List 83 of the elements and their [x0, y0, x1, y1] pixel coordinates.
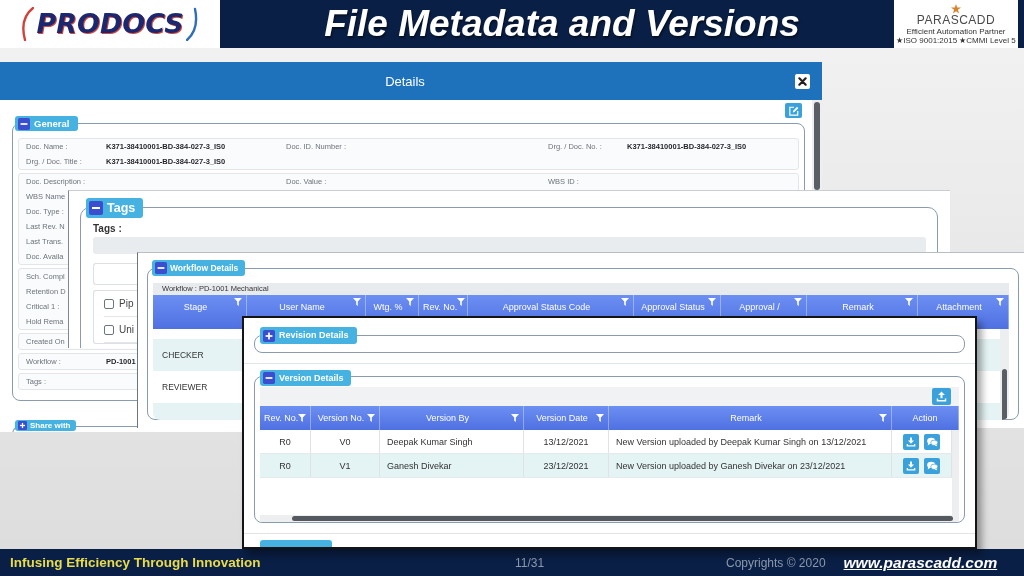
upload-icon — [936, 391, 947, 402]
table-cell: 23/12/2021 — [543, 460, 589, 471]
scrollbar-thumb[interactable] — [814, 102, 820, 190]
column-header: Remark — [842, 302, 874, 313]
option-label: Pip — [119, 298, 134, 309]
upload-button[interactable] — [932, 388, 951, 405]
section-toggle[interactable]: Revision Details — [260, 327, 357, 344]
column-header: Version No. — [317, 412, 365, 424]
input-field[interactable] — [93, 263, 137, 285]
column-header: Rev. No. — [423, 302, 458, 313]
comment-button[interactable] — [924, 457, 940, 474]
comment-icon — [926, 436, 938, 447]
swoosh-icon — [185, 7, 200, 41]
section-toggle[interactable]: General — [15, 116, 79, 131]
column-header: User Name — [279, 302, 325, 313]
column-header: Version By — [426, 412, 469, 424]
footer-tagline: Infusing Efficiency Through Innovation — [10, 555, 261, 570]
filter-icon[interactable] — [905, 298, 913, 306]
table-cell: CHECKER — [162, 350, 204, 360]
filter-icon[interactable] — [406, 298, 414, 306]
field-label: Tags : — [93, 223, 122, 235]
filter-icon[interactable] — [298, 414, 307, 422]
table-cell: V0 — [339, 436, 351, 447]
download-icon — [906, 436, 916, 447]
swoosh-icon — [20, 7, 35, 41]
column-header: Remark — [730, 412, 762, 424]
filter-icon[interactable] — [794, 298, 802, 306]
table-cell: New Version uploaded by Deepak Kumar Singh on 13/12/2021 — [616, 436, 867, 447]
table-cell: 13/12/2021 — [543, 436, 589, 447]
filter-icon[interactable] — [596, 414, 604, 422]
slide-title: File Metadata and Versions — [324, 3, 800, 45]
filter-icon[interactable] — [879, 414, 887, 422]
logo-certifications: ★ISO 9001:2015 ★CMMI Level 5 — [896, 35, 1016, 45]
edit-icon — [788, 105, 799, 116]
filter-icon[interactable] — [234, 298, 242, 306]
comment-button[interactable] — [924, 433, 940, 450]
download-icon — [906, 460, 916, 471]
column-header: Approval Status — [641, 302, 705, 313]
column-header: Attachment — [936, 302, 982, 313]
download-button[interactable] — [903, 433, 919, 450]
star-icon — [951, 3, 961, 14]
filter-icon[interactable] — [511, 414, 519, 422]
scrollbar-thumb[interactable] — [292, 516, 953, 521]
section-toggle[interactable]: Share with — [15, 420, 77, 431]
column-header: Approval / — [739, 302, 780, 313]
column-header: Wtg. % — [373, 302, 403, 313]
filter-icon[interactable] — [367, 414, 375, 422]
column-header: Version Date — [536, 412, 588, 424]
table-cell: Deepak Kumar Singh — [387, 436, 473, 447]
checkbox[interactable] — [104, 298, 114, 309]
copyright-text: Copyrights © 2020 — [726, 555, 826, 570]
section-toggle[interactable]: Version Details — [260, 370, 351, 386]
page-number: 11/31 — [515, 555, 545, 570]
checkbox[interactable] — [104, 324, 114, 335]
table-cell: New Version uploaded by Ganesh Divekar on 23/12/2021 — [616, 460, 846, 471]
option-label: Uni — [119, 324, 134, 335]
column-header: Approval Status Code — [502, 302, 591, 313]
table-cell: V1 — [339, 460, 351, 471]
section-toggle[interactable]: Tags — [86, 198, 144, 218]
column-header: Rev. No. — [264, 412, 299, 424]
table-cell: REVIEWER — [162, 382, 208, 392]
filter-icon[interactable] — [621, 298, 629, 306]
edit-button[interactable] — [785, 103, 802, 118]
dialog-title: Details — [385, 73, 425, 89]
column-header: Stage — [183, 302, 208, 313]
logo-wordmark: PRODOCS — [36, 8, 184, 40]
filter-icon[interactable] — [708, 298, 716, 306]
filter-icon[interactable] — [353, 298, 361, 306]
logo-wordmark: PARASCADD — [916, 13, 996, 27]
scrollbar-thumb[interactable] — [1002, 369, 1007, 420]
close-button[interactable] — [795, 73, 810, 89]
download-button[interactable] — [903, 457, 919, 474]
table-cell: Ganesh Divekar — [387, 460, 452, 471]
column-header: Action — [912, 412, 938, 424]
comment-icon — [926, 460, 938, 471]
filter-icon[interactable] — [996, 298, 1004, 306]
table-cell: R0 — [279, 460, 291, 471]
table-cell: R0 — [279, 436, 291, 447]
close-icon — [798, 76, 807, 86]
filter-icon[interactable] — [457, 298, 466, 306]
website-link[interactable]: www.parascadd.com — [843, 553, 998, 572]
section-toggle[interactable]: Workflow Details — [152, 260, 246, 276]
logo-tagline: Efficient Automation Partner — [906, 26, 1006, 36]
